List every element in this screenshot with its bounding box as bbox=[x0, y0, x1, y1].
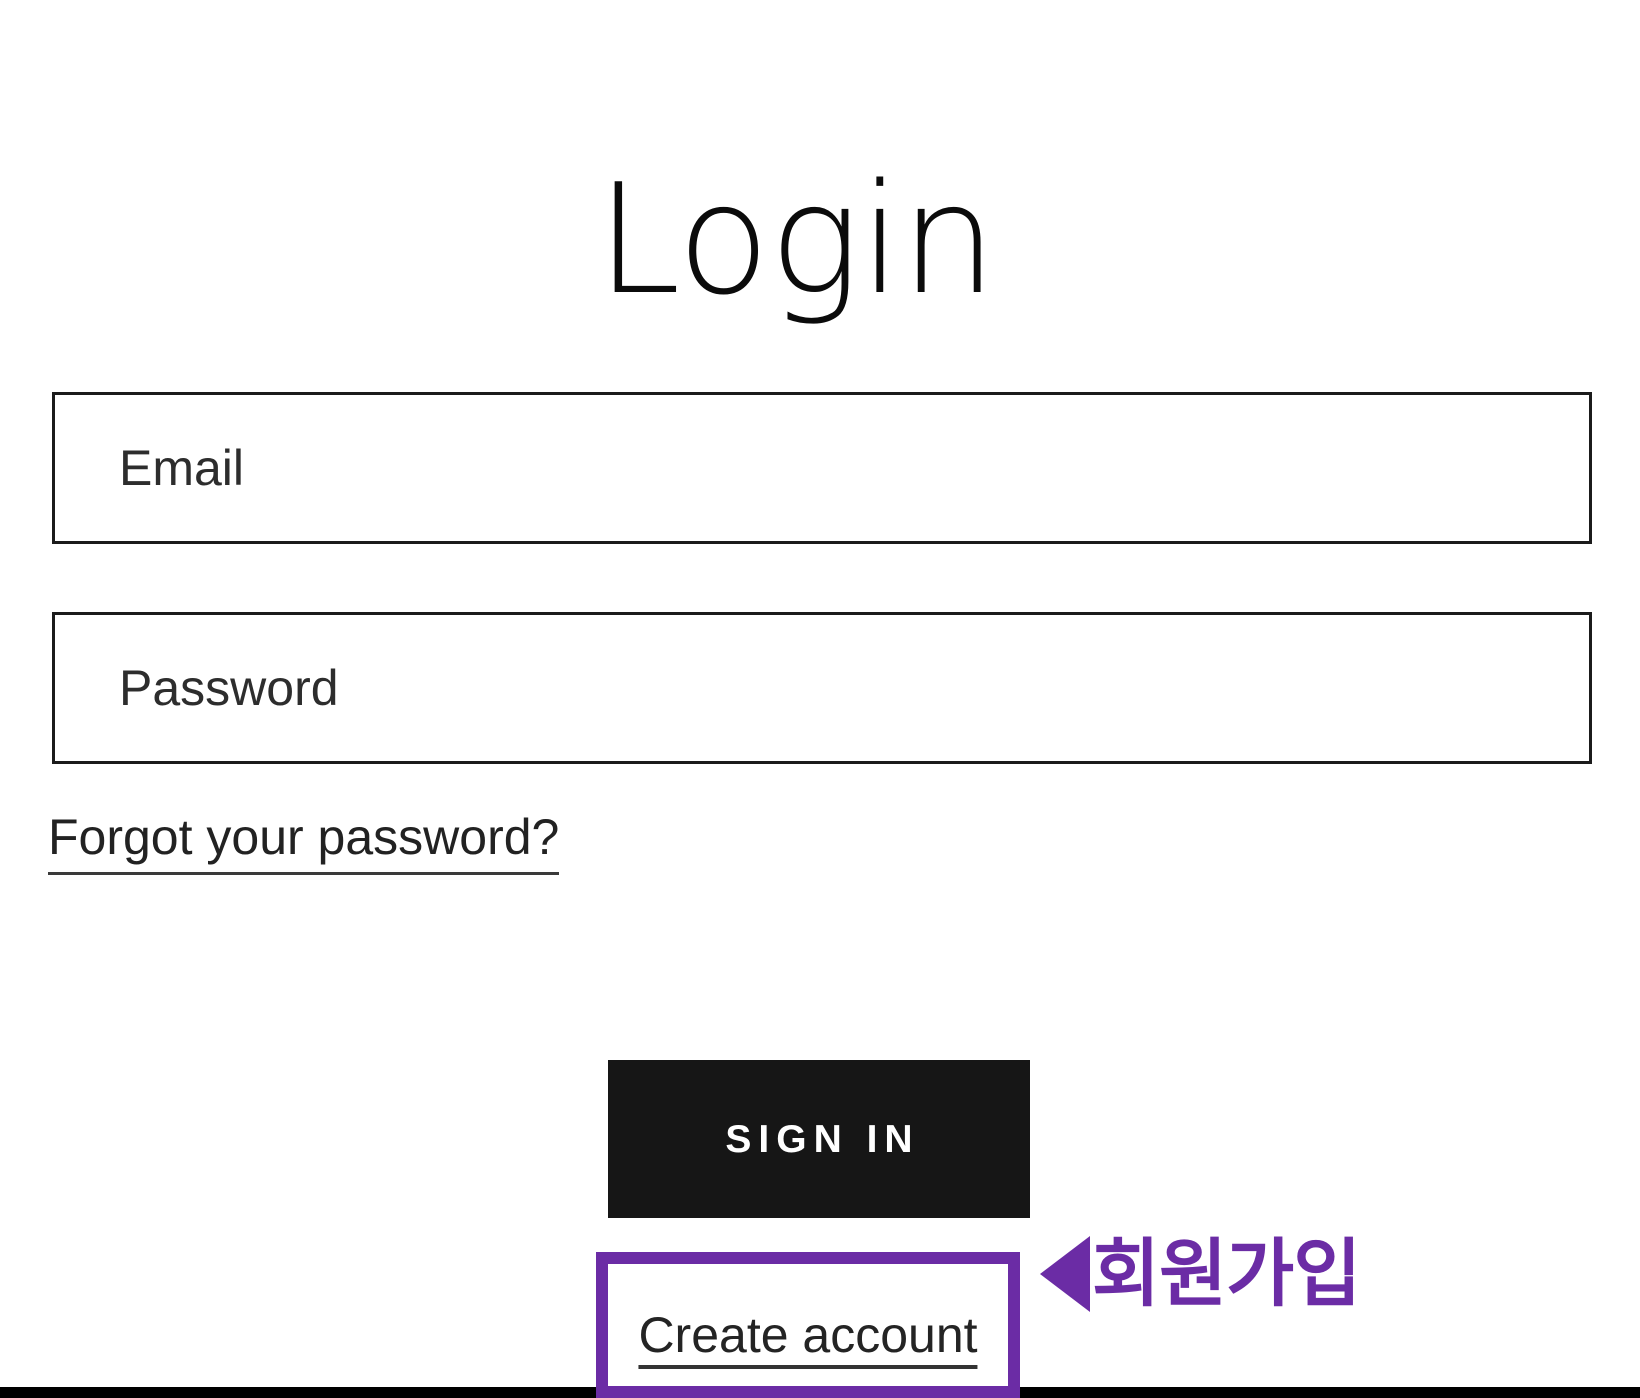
email-field-placeholder: Email bbox=[119, 440, 245, 496]
login-page: Login Email Password Forgot your passwor… bbox=[0, 0, 1640, 1398]
forgot-password-link[interactable]: Forgot your password? bbox=[48, 808, 560, 875]
create-account-highlight-box: Create account bbox=[596, 1252, 1020, 1398]
password-field[interactable]: Password bbox=[52, 612, 1592, 764]
password-field-placeholder: Password bbox=[119, 660, 339, 716]
triangle-left-icon bbox=[1040, 1236, 1090, 1312]
sign-in-button[interactable]: SIGN IN bbox=[608, 1060, 1030, 1218]
email-field[interactable]: Email bbox=[52, 392, 1592, 544]
page-title: Login bbox=[596, 150, 997, 328]
create-account-link[interactable]: Create account bbox=[638, 1310, 978, 1369]
annotation-create-account: 회원가입 bbox=[1040, 1231, 1361, 1317]
annotation-label: 회원가입 bbox=[1092, 1231, 1361, 1317]
sign-in-button-label: SIGN IN bbox=[725, 1117, 920, 1161]
